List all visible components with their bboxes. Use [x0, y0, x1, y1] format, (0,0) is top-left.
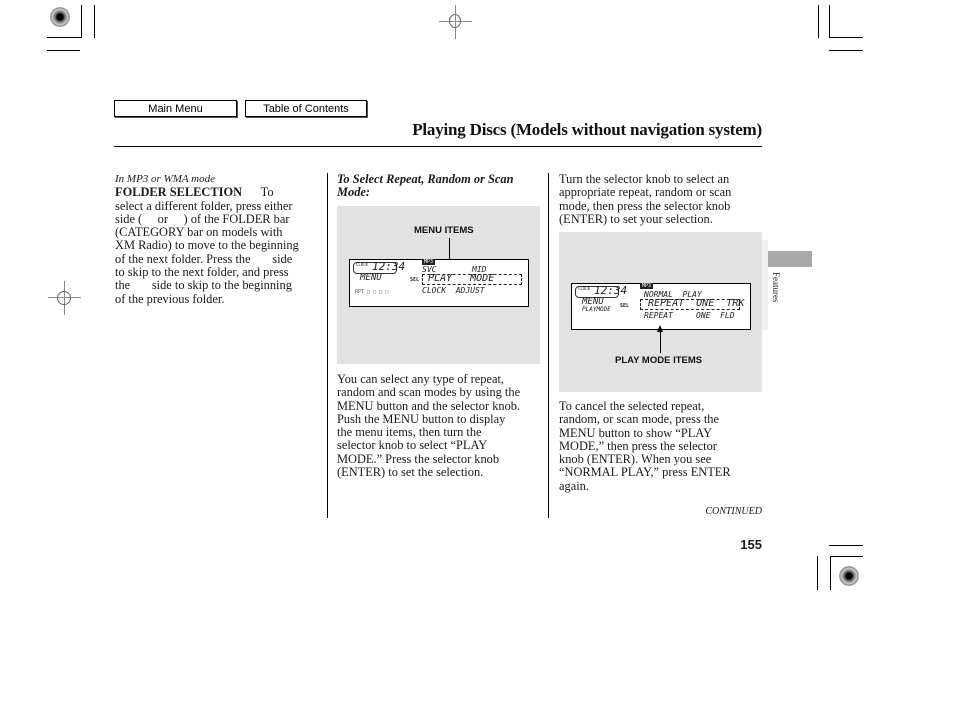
- text-line: appropriate repeat, random or scan: [559, 185, 732, 200]
- crop-mark: [818, 5, 819, 38]
- menu-indicator: MENU: [360, 273, 382, 283]
- crop-mark: [829, 50, 863, 51]
- text-line: (ENTER) to set your selection.: [559, 211, 713, 226]
- text-line: select a different folder, press either: [115, 198, 293, 213]
- registration-mark-bottom-right: [839, 566, 859, 586]
- text-line: MODE,” then press the selector: [559, 438, 717, 453]
- playmode-indicator: PLAYMODE: [582, 306, 611, 313]
- text-line: selector knob to select “PLAY: [337, 438, 488, 453]
- title-rule: [114, 146, 762, 147]
- text-line: knob (ENTER). When you see: [559, 452, 712, 467]
- side-tab-marker: [768, 251, 812, 267]
- text-line: (CATEGORY bar on models with: [115, 225, 283, 240]
- text-line: You can select any type of repeat,: [337, 372, 504, 386]
- radio-display: CLOCK 12:34 MENU PLAYMODE SEL MP3 NORMAL…: [571, 283, 751, 330]
- text-line: random, or scan mode, press the: [559, 412, 720, 427]
- sel-label: SEL: [410, 277, 420, 283]
- crop-mark: [47, 37, 82, 38]
- play-mode-row-repeat-track: REPEAT ONE TRK: [648, 298, 745, 309]
- section-heading: FOLDER SELECTION: [115, 185, 243, 200]
- text-line: (ENTER) to set the selection.: [337, 465, 484, 480]
- folder-selection-section: In MP3 or WMA mode FOLDER SELECTION To s…: [115, 173, 320, 306]
- page-title: Playing Discs (Models without navigation…: [412, 120, 762, 139]
- text-line: the side to skip to the beginning: [115, 278, 292, 293]
- text-line: MODE.” Press the selector knob: [337, 451, 500, 466]
- column-divider: [548, 173, 549, 518]
- play-mode-items-label: PLAY MODE ITEMS: [615, 355, 703, 366]
- crop-mark: [94, 5, 95, 38]
- column-divider: [327, 173, 328, 518]
- menu-row-clock-adjust: CLOCK ADJUST: [422, 286, 485, 295]
- crop-mark: [817, 556, 818, 590]
- text-line: to skip to the next folder, and press: [115, 265, 289, 280]
- play-mode-row-repeat: REPEAT: [644, 311, 673, 320]
- table-of-contents-button[interactable]: Table of Contents: [245, 100, 367, 117]
- turn-knob-intro: Turn the selector knob to select an appr…: [559, 172, 764, 226]
- clock-tag: CLOCK: [578, 286, 591, 291]
- text-line: the menu items, then turn the: [337, 425, 482, 440]
- text-line: To: [260, 185, 274, 200]
- text-line: MENU button to show “PLAY: [559, 425, 713, 440]
- mp3-badge: MP3: [640, 283, 654, 289]
- clock-display: 12:34: [372, 260, 406, 273]
- menu-items-label: MENU ITEMS: [414, 225, 474, 236]
- play-mode-row-one-folder: ONE FLD: [696, 311, 735, 320]
- menu-row-play-mode: PLAY MODE: [428, 273, 495, 284]
- sel-label: SEL: [620, 303, 630, 309]
- arrow-line: [660, 331, 661, 353]
- crop-mark: [47, 50, 80, 51]
- subheading-line: Mode:: [337, 185, 371, 200]
- folder-selection-paragraph: FOLDER SELECTION To: [115, 186, 320, 199]
- text-line: XM Radio) to move to the beginning: [115, 238, 299, 253]
- side-tab-label: Features: [771, 272, 781, 303]
- text-line: again.: [559, 478, 589, 493]
- text-line: mode, then press the selector knob: [559, 198, 731, 213]
- continued-label: CONTINUED: [705, 506, 762, 517]
- crop-mark: [829, 5, 830, 38]
- select-mode-heading: To Select Repeat, Random or Scan Mode:: [337, 172, 542, 200]
- mode-note: In MP3 or WMA mode: [115, 173, 215, 185]
- text-line: To cancel the selected repeat,: [559, 399, 705, 413]
- text-line: side ( or ) of the FOLDER bar: [115, 211, 290, 226]
- radio-display: CLOCK 12:34 MENU RPT □ □ □ □ SEL MP3 SVC…: [349, 259, 529, 307]
- clock-tag: CLOCK: [356, 262, 369, 267]
- main-menu-button[interactable]: Main Menu: [114, 100, 237, 117]
- text-line: Push the MENU button to display: [337, 411, 506, 426]
- text-line: MENU button and the selector knob.: [337, 398, 521, 413]
- crop-mark: [830, 556, 831, 590]
- text-line: of the next folder. Press the side: [115, 251, 293, 266]
- text-line: of the previous folder.: [115, 291, 225, 306]
- select-mode-body: You can select any type of repeat, rando…: [337, 372, 542, 480]
- subheading-line: To Select Repeat, Random or Scan: [337, 172, 514, 186]
- crop-mark: [829, 545, 863, 546]
- crosshair-circle: [57, 291, 71, 305]
- menu-items-figure: MENU ITEMS CLOCK 12:34 MENU RPT □ □ □ □ …: [337, 206, 540, 364]
- clock-display: 12:34: [594, 284, 628, 297]
- cancel-mode-paragraph: To cancel the selected repeat, random, o…: [559, 399, 764, 493]
- crosshair-circle: [449, 14, 461, 28]
- text-line: random and scan modes by using the: [337, 385, 521, 400]
- repeat-indicator: RPT □ □ □ □: [355, 289, 389, 295]
- crop-mark: [81, 5, 82, 38]
- crop-mark: [830, 556, 863, 557]
- text-line: Turn the selector knob to select an: [559, 172, 730, 186]
- crop-mark: [829, 37, 863, 38]
- page-number: 155: [740, 537, 762, 552]
- text-line: “NORMAL PLAY,” press ENTER: [559, 465, 731, 480]
- registration-mark-top-left: [50, 7, 70, 27]
- play-mode-items-figure: CLOCK 12:34 MENU PLAYMODE SEL MP3 NORMAL…: [559, 232, 762, 392]
